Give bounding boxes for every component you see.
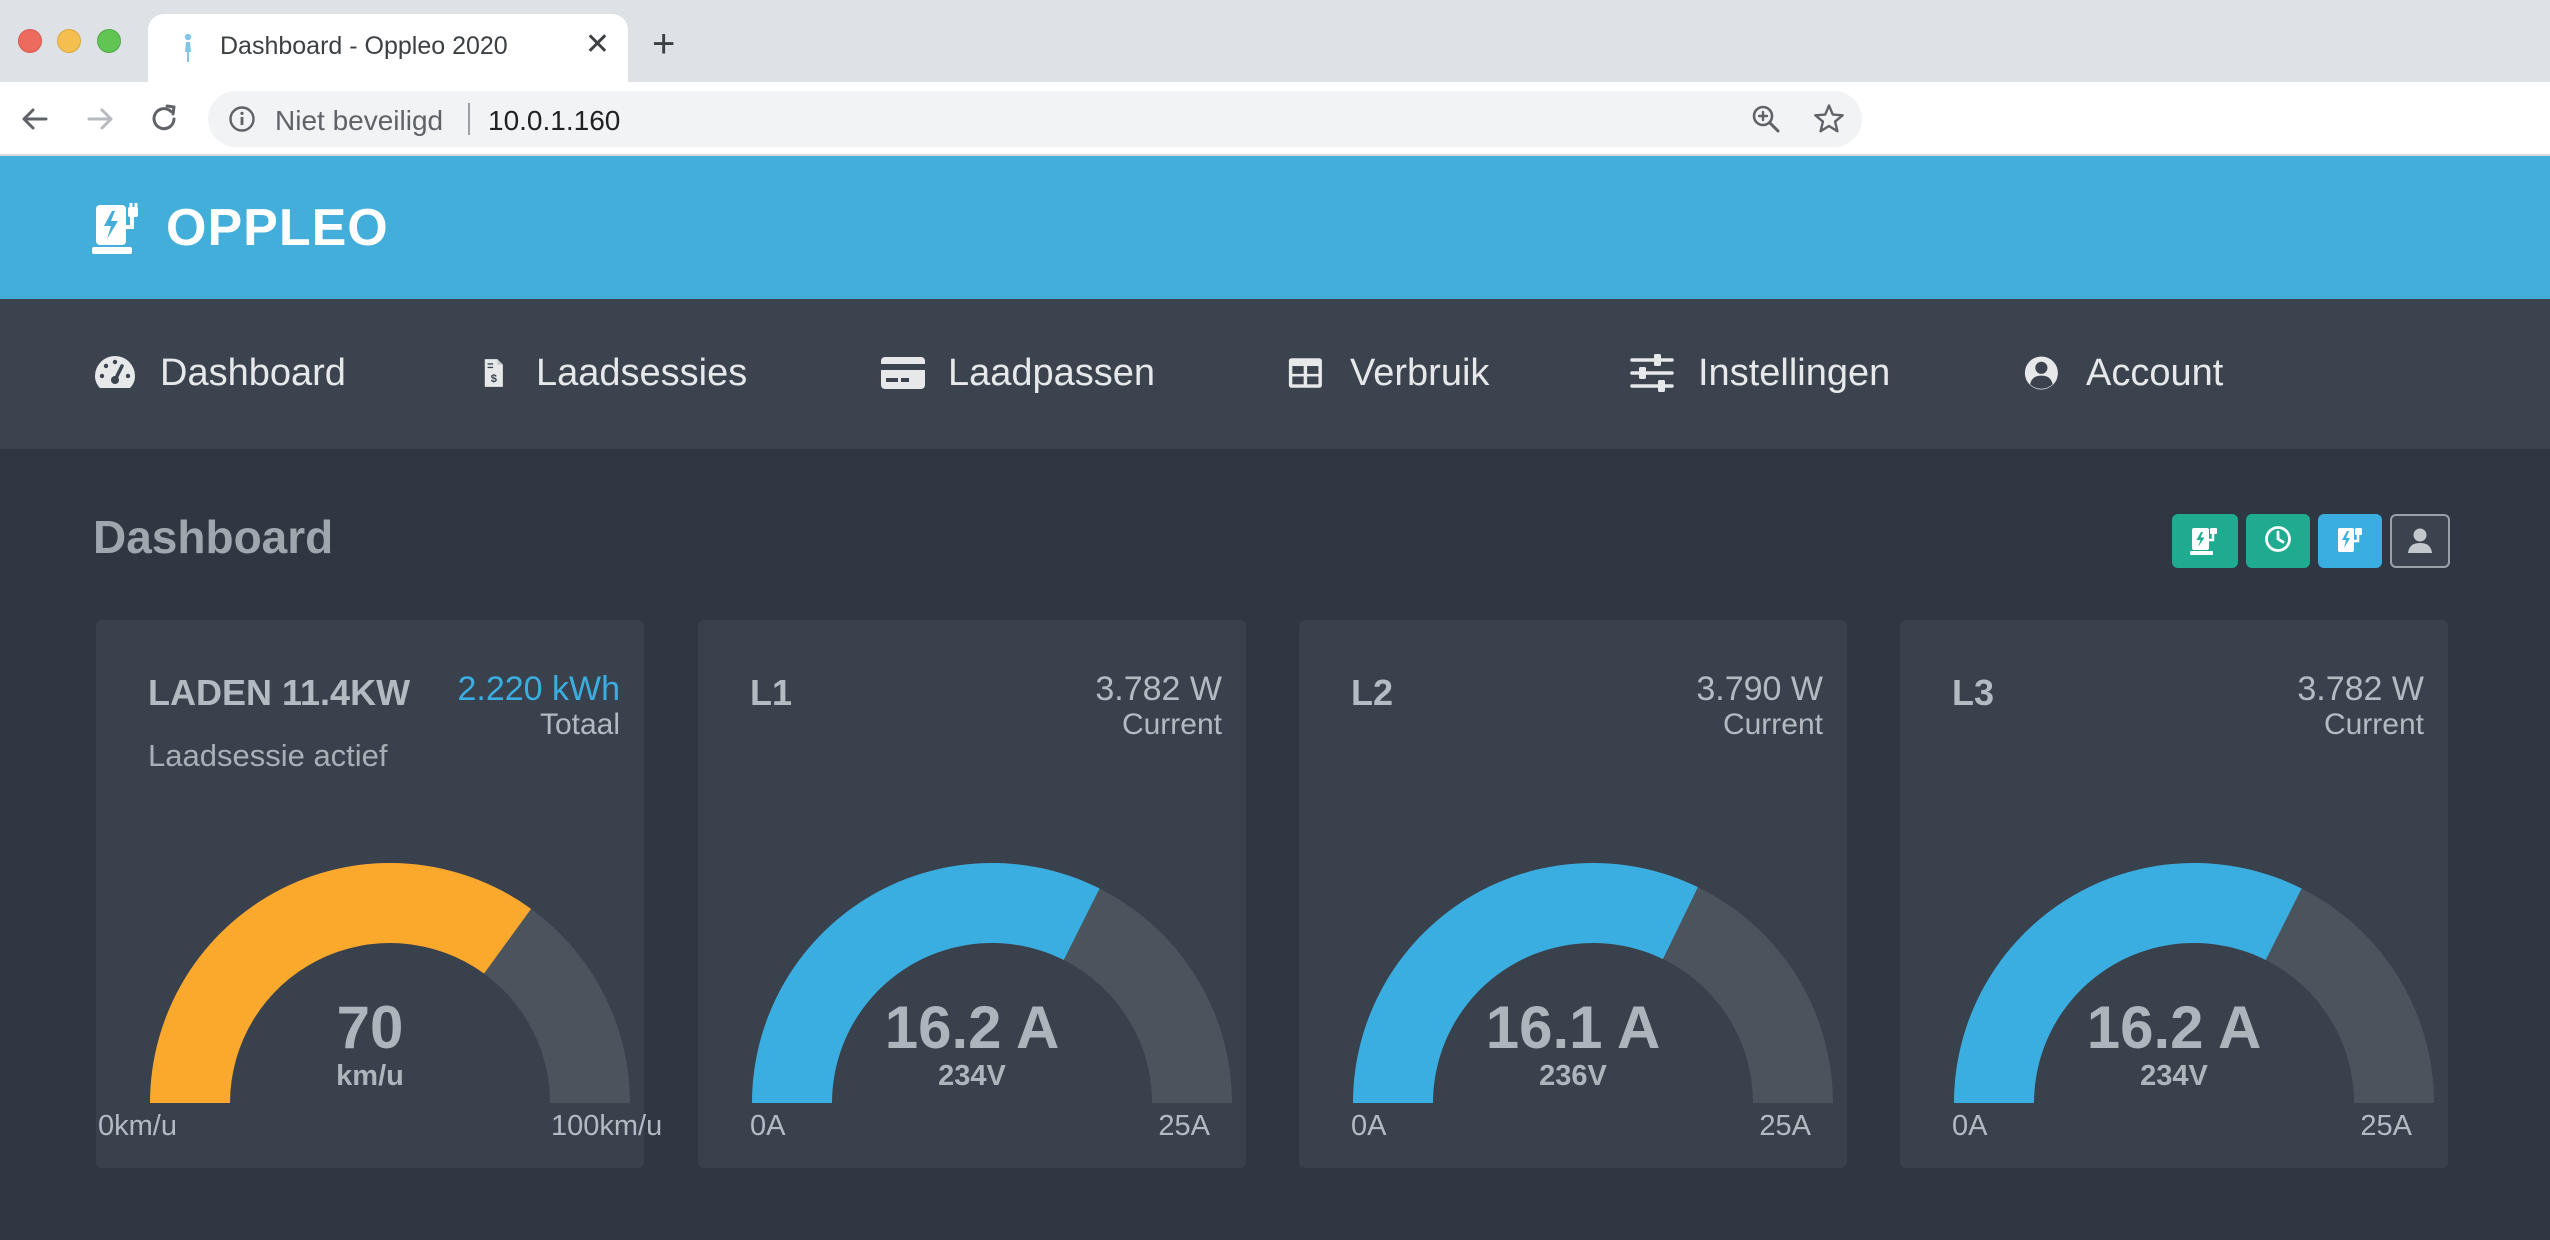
browser-toolbar: Niet beveiligd 10.0.1.160	[0, 82, 2550, 156]
gauge-value: 16.1 A	[1485, 994, 1661, 1061]
card-unit-label: Totaal	[539, 708, 620, 741]
fuel-station-icon	[2338, 528, 2362, 552]
schedule-button[interactable]	[2246, 514, 2310, 568]
gauge-min-label: 0A	[750, 1110, 786, 1142]
new-tab-plus-icon[interactable]: +	[652, 24, 675, 64]
nav-label: Account	[2086, 351, 2224, 394]
user-button[interactable]	[2390, 514, 2450, 568]
phase-card-l2: L2 3.790 W Current 16.1 A 236V 0A 25A	[1299, 620, 1847, 1168]
gauge-min-label: 0A	[1351, 1110, 1387, 1142]
charge-status-card: LADEN 11.4KW 2.220 kWh Totaal Laadsessie…	[96, 620, 662, 1168]
star-icon[interactable]	[1812, 102, 1846, 136]
phase-card-l3: L3 3.782 W Current 16.2 A 234V 0A 25A	[1900, 620, 2448, 1168]
nav-label: Laadpassen	[948, 351, 1156, 394]
info-icon[interactable]	[228, 105, 256, 133]
gauge-unit: km/u	[336, 1060, 404, 1092]
oppleo-favicon-icon	[184, 33, 192, 62]
table-icon	[1288, 358, 1322, 388]
invoice-icon: $	[484, 359, 503, 387]
nav-item-laadsessies[interactable]: $ Laadsessies	[482, 349, 747, 397]
browser-tabstrip: Dashboard - Oppleo 2020 ✕ +	[0, 0, 2550, 84]
gauge-unit: 234V	[2140, 1060, 2208, 1092]
gauge-value: 70	[336, 994, 404, 1061]
gauge-value: 16.2 A	[884, 994, 1060, 1061]
user-icon	[2408, 528, 2432, 553]
app-header: OPPLEO	[0, 156, 2550, 299]
page-title: Dashboard	[93, 511, 334, 563]
total-energy-value: 2.220 kWh	[457, 670, 620, 708]
nav-item-instellingen[interactable]: Instellingen	[1630, 349, 1890, 397]
gauge-unit: 234V	[938, 1060, 1006, 1092]
window-zoom-button[interactable]	[97, 29, 121, 53]
nav-label: Verbruik	[1350, 351, 1490, 394]
card-title: L2	[1351, 672, 1394, 713]
gauge-unit: 236V	[1539, 1060, 1607, 1092]
nav-label: Dashboard	[160, 351, 346, 394]
power-value: 3.782 W	[1095, 670, 1222, 708]
card-unit-label: Current	[1722, 708, 1823, 741]
tab-title: Dashboard - Oppleo 2020	[220, 32, 508, 60]
nav-item-account[interactable]: Account	[2024, 349, 2223, 397]
reload-icon[interactable]	[145, 100, 183, 138]
main-navbar: Dashboard $ Laadsessies Laadpassen Verbr…	[0, 299, 2550, 449]
brand-name[interactable]: OPPLEO	[166, 198, 389, 258]
sliders-icon	[1630, 354, 1674, 392]
speedometer-icon	[95, 356, 135, 388]
url-text[interactable]: 10.0.1.160	[488, 105, 620, 137]
card-title: L1	[750, 672, 793, 713]
zoom-icon[interactable]	[1750, 103, 1782, 135]
gauge-max-label: 25A	[2360, 1110, 2412, 1142]
card-unit-label: Current	[2323, 708, 2424, 741]
clock-icon	[2265, 526, 2291, 552]
credit-card-icon	[881, 357, 925, 389]
oppleo-logo-icon[interactable]	[92, 201, 148, 257]
svg-text:$: $	[491, 373, 498, 385]
gauge-max-label: 25A	[1759, 1110, 1811, 1142]
address-separator	[468, 103, 470, 135]
power-value: 3.782 W	[2297, 670, 2424, 708]
security-status-label[interactable]: Niet beveiligd	[275, 105, 443, 137]
nav-item-dashboard[interactable]: Dashboard	[92, 349, 346, 397]
phase-card-l1: L1 3.782 W Current 16.2 A 234V 0A 25A	[698, 620, 1246, 1168]
back-icon[interactable]	[16, 100, 54, 138]
gauge-min-label: 0km/u	[98, 1110, 177, 1142]
card-title: L3	[1952, 672, 1995, 713]
nav-item-verbruik[interactable]: Verbruik	[1288, 349, 1489, 397]
charger-status-button[interactable]	[2172, 514, 2238, 568]
tab-close-icon[interactable]: ✕	[585, 30, 610, 60]
gauge-max-label: 100km/u	[551, 1110, 663, 1142]
charge-station-button[interactable]	[2318, 514, 2382, 568]
nav-item-laadpassen[interactable]: Laadpassen	[880, 349, 1155, 397]
browser-tab[interactable]: Dashboard - Oppleo 2020 ✕	[148, 14, 628, 84]
charger-icon	[2190, 528, 2217, 555]
nav-label: Instellingen	[1698, 351, 1891, 394]
card-unit-label: Current	[1121, 708, 1222, 741]
gauge-max-label: 25A	[1158, 1110, 1210, 1142]
gauge-min-label: 0A	[1952, 1110, 1988, 1142]
forward-icon[interactable]	[81, 100, 119, 138]
nav-label: Laadsessies	[536, 351, 748, 394]
gauge-value: 16.2 A	[2086, 994, 2262, 1061]
address-bar[interactable]: Niet beveiligd 10.0.1.160	[208, 91, 1862, 147]
window-close-button[interactable]	[18, 29, 42, 53]
window-minimize-button[interactable]	[57, 29, 81, 53]
card-title: LADEN 11.4KW	[148, 672, 411, 713]
charge-session-status: Laadsessie actief	[148, 738, 388, 773]
power-value: 3.790 W	[1696, 670, 1823, 708]
user-circle-icon	[2024, 356, 2058, 390]
